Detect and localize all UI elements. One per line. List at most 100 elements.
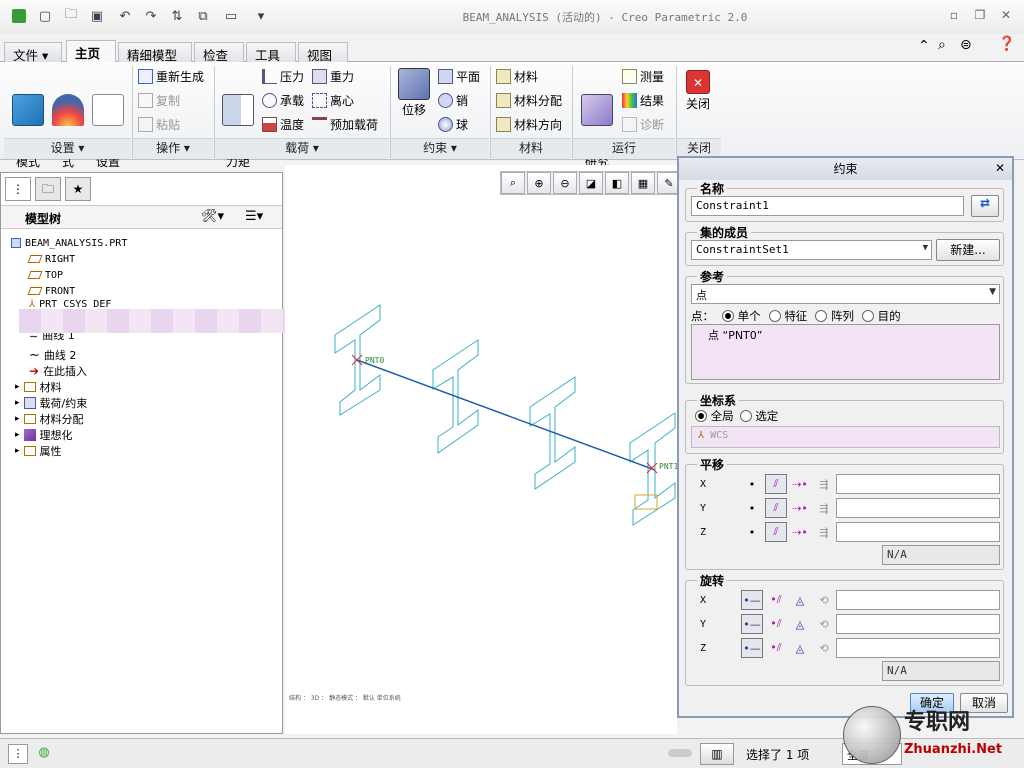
insert-here-item[interactable]: ➔ 在此插入 bbox=[29, 363, 87, 379]
radio-pattern[interactable]: 阵列 bbox=[815, 308, 854, 324]
tree-item[interactable]: ⅄ PRT_CSYS_DEF bbox=[29, 299, 111, 309]
model-tree-tab-icon[interactable]: ⋮ bbox=[5, 177, 31, 201]
rot-free-icon[interactable]: •— bbox=[741, 590, 763, 610]
expand-icon[interactable]: ▸ bbox=[15, 446, 20, 456]
group-constraints[interactable]: 约束 ▾ bbox=[391, 138, 489, 159]
restore-button[interactable]: ❐ bbox=[970, 8, 990, 24]
rot-function-icon[interactable]: ⟲ bbox=[813, 638, 835, 658]
rot-free-icon[interactable]: •— bbox=[741, 614, 763, 634]
radio-selected[interactable]: 选定 bbox=[739, 408, 778, 424]
fixed-icon[interactable]: ⫽ bbox=[765, 498, 787, 518]
regenerate-button[interactable]: 重新生成 bbox=[138, 66, 204, 86]
tree-item[interactable]: RIGHT bbox=[27, 251, 75, 267]
close-mode-button[interactable]: ✕ 关闭 bbox=[682, 70, 714, 111]
color-button[interactable]: ⇄ bbox=[971, 195, 999, 217]
x-value-input[interactable] bbox=[836, 474, 1000, 494]
gravity-button[interactable]: 重力 bbox=[312, 66, 354, 86]
favorites-tab-icon[interactable]: ★ bbox=[65, 177, 91, 201]
tree-item[interactable]: ▸ 载荷/约束 bbox=[15, 395, 87, 411]
copy-button[interactable]: 复制 bbox=[138, 90, 180, 110]
measure-button[interactable]: 测量 bbox=[622, 66, 664, 86]
constraint-set-select[interactable]: ConstraintSet1 bbox=[691, 240, 932, 260]
csys-collector[interactable]: ⅄ WCS bbox=[691, 426, 1000, 448]
ball-constraint-button[interactable]: 球 bbox=[438, 114, 468, 134]
tree-item[interactable]: ▸ 材料 bbox=[15, 379, 62, 395]
minimize-ribbon-icon[interactable]: ⌃ bbox=[918, 38, 930, 54]
z-value-input[interactable] bbox=[836, 522, 1000, 542]
radio-single[interactable]: 单个 bbox=[722, 308, 761, 324]
results-button[interactable]: 结果 bbox=[622, 90, 664, 110]
radio-global[interactable]: 全局 bbox=[695, 408, 734, 424]
expand-icon[interactable]: ▸ bbox=[15, 430, 20, 440]
close-window-button[interactable]: ✕ bbox=[996, 8, 1016, 24]
regenerate-icon[interactable]: ⇅ bbox=[168, 7, 186, 25]
prescribed-icon[interactable]: ⇢• bbox=[789, 474, 811, 494]
material-assignment-button[interactable]: 材料分配 bbox=[496, 90, 562, 110]
expand-icon[interactable]: ▸ bbox=[15, 414, 20, 424]
paste-button[interactable]: 粘贴 bbox=[138, 114, 180, 134]
material-orientation-button[interactable]: 材料方向 bbox=[496, 114, 562, 134]
rot-prescribed-icon[interactable]: ◬ bbox=[789, 590, 811, 610]
tree-item[interactable]: ▸ 材料分配 bbox=[15, 411, 84, 427]
pressure-button[interactable]: 压力 bbox=[262, 66, 304, 86]
search-icon[interactable]: ⌕ bbox=[938, 37, 946, 53]
new-set-button[interactable]: 新建... bbox=[936, 239, 1000, 261]
rot-fixed-icon[interactable]: •⫽ bbox=[765, 614, 787, 634]
open-folder-icon[interactable]: 🗀 bbox=[62, 7, 80, 25]
rot-prescribed-icon[interactable]: ◬ bbox=[789, 638, 811, 658]
planar-constraint-button[interactable]: 平面 bbox=[438, 66, 480, 86]
folder-browser-tab-icon[interactable]: 🗀 bbox=[35, 177, 61, 201]
translation-units[interactable]: N/A bbox=[882, 545, 1000, 565]
prescribed-icon[interactable]: ⇢• bbox=[789, 498, 811, 518]
free-icon[interactable]: • bbox=[741, 474, 763, 494]
new-file-icon[interactable]: ▢ bbox=[36, 7, 54, 25]
rot-free-icon[interactable]: •— bbox=[741, 638, 763, 658]
rot-function-icon[interactable]: ⟲ bbox=[813, 614, 835, 634]
zoom-out-icon[interactable]: ⊖ bbox=[553, 172, 577, 194]
temperature-button[interactable]: 温度 bbox=[262, 114, 304, 134]
tree-settings-icon[interactable]: 🛠▾ bbox=[201, 209, 224, 224]
diagnostics-button[interactable]: 诊断 bbox=[622, 114, 664, 134]
minimize-button[interactable]: ▫ bbox=[944, 8, 964, 24]
tree-item[interactable]: TOP bbox=[27, 267, 63, 283]
function-icon[interactable]: ⇶ bbox=[813, 522, 835, 542]
help-icon[interactable]: ⊜ bbox=[960, 37, 972, 53]
function-icon[interactable]: ⇶ bbox=[813, 474, 835, 494]
group-operations[interactable]: 操作 ▾ bbox=[133, 138, 213, 159]
tab-refine-model[interactable]: 精细模型 bbox=[118, 42, 192, 63]
reference-collector[interactable]: 点 “PNT0” bbox=[691, 324, 1000, 380]
prescribed-icon[interactable]: ⇢• bbox=[789, 522, 811, 542]
expand-icon[interactable]: ▸ bbox=[15, 382, 20, 392]
ry-value-input[interactable] bbox=[836, 614, 1000, 634]
graphics-window[interactable]: PNT0 PNT1 结构 ： 3D ： 静态模式 ： 默认 单位系统 bbox=[285, 165, 677, 734]
radio-feature[interactable]: 特征 bbox=[768, 308, 807, 324]
zoom-in-icon[interactable]: ⊕ bbox=[527, 172, 551, 194]
repaint-icon[interactable]: ◪ bbox=[579, 172, 603, 194]
function-icon[interactable]: ⇶ bbox=[813, 498, 835, 518]
show-navigator-icon[interactable]: ⋮ bbox=[8, 744, 28, 764]
material-button[interactable]: 材料 bbox=[496, 66, 538, 86]
rot-fixed-icon[interactable]: •⫽ bbox=[765, 590, 787, 610]
rotation-units[interactable]: N/A bbox=[882, 661, 1000, 681]
group-setup[interactable]: 设置 ▾ bbox=[4, 138, 131, 159]
tree-item[interactable]: ▸ 理想化 bbox=[15, 427, 73, 443]
tab-home[interactable]: 主页 bbox=[66, 40, 116, 62]
refit-icon[interactable]: ⌕ bbox=[501, 172, 525, 194]
expand-icon[interactable]: ▸ bbox=[15, 398, 20, 408]
tree-item[interactable]: ∼ 曲线 2 bbox=[29, 347, 76, 363]
redo-icon[interactable]: ↷ bbox=[142, 7, 160, 25]
tab-tools[interactable]: 工具 bbox=[246, 42, 296, 63]
free-icon[interactable]: • bbox=[741, 498, 763, 518]
y-value-input[interactable] bbox=[836, 498, 1000, 518]
displacement-button[interactable]: 位移 bbox=[396, 68, 432, 117]
tab-view[interactable]: 视图 bbox=[298, 42, 348, 63]
tree-item[interactable]: FRONT bbox=[27, 283, 75, 299]
reference-type-select[interactable]: 点 bbox=[691, 284, 1000, 304]
quick-access-menu-icon[interactable]: ▾ bbox=[252, 7, 270, 25]
rx-value-input[interactable] bbox=[836, 590, 1000, 610]
browser-icon[interactable]: ◍ bbox=[34, 744, 54, 764]
rz-value-input[interactable] bbox=[836, 638, 1000, 658]
tree-root[interactable]: BEAM_ANALYSIS.PRT bbox=[11, 235, 127, 251]
help-button[interactable]: ❓ bbox=[998, 36, 1015, 52]
rot-prescribed-icon[interactable]: ◬ bbox=[789, 614, 811, 634]
